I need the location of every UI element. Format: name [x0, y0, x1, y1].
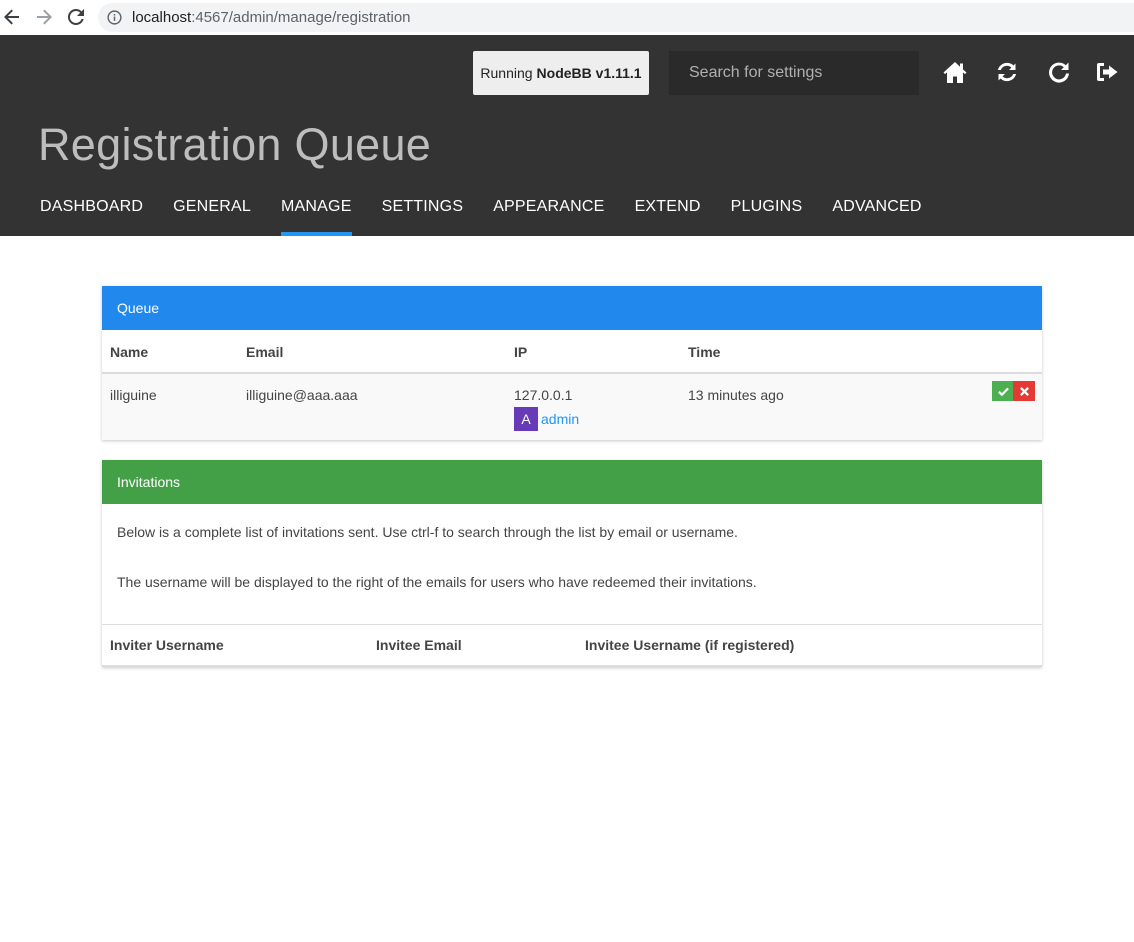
- invitations-note: The username will be displayed to the ri…: [117, 574, 757, 590]
- version-name: NodeBB v1.11.1: [536, 65, 642, 81]
- invitations-panel-title: Invitations: [102, 460, 1042, 504]
- tab-advanced[interactable]: ADVANCED: [832, 191, 921, 236]
- home-icon[interactable]: [942, 59, 968, 85]
- divider: [102, 624, 1042, 625]
- tab-manage[interactable]: MANAGE: [281, 191, 352, 236]
- restart-icon[interactable]: [1046, 59, 1072, 85]
- tab-extend[interactable]: EXTEND: [635, 191, 701, 236]
- column-header-invitee-username: Invitee Username (if registered): [585, 637, 795, 653]
- back-arrow-icon[interactable]: [1, 6, 23, 28]
- version-prefix: Running: [480, 65, 533, 81]
- queue-email-cell: illiguine@aaa.aaa: [246, 387, 358, 403]
- column-header-time: Time: [688, 344, 721, 360]
- url-path: :4567/admin/manage/registration: [191, 9, 411, 26]
- tab-general[interactable]: GENERAL: [173, 191, 251, 236]
- tab-settings[interactable]: SETTINGS: [382, 191, 464, 236]
- accept-button[interactable]: [992, 381, 1014, 401]
- column-header-invitee-email: Invitee Email: [376, 637, 462, 653]
- tab-appearance[interactable]: APPEARANCE: [493, 191, 604, 236]
- address-bar[interactable]: localhost:4567/admin/manage/registration: [98, 3, 1134, 32]
- header-divider: [102, 665, 1042, 667]
- column-header-name: Name: [110, 344, 149, 360]
- queue-panel: Queue Name Email IP Time illiguine illig…: [102, 286, 1042, 440]
- table-row: illiguine illiguine@aaa.aaa 127.0.0.1 A …: [102, 374, 1042, 440]
- tab-plugins[interactable]: PLUGINS: [731, 191, 803, 236]
- column-header-email: Email: [246, 344, 284, 360]
- column-header-ip: IP: [514, 344, 528, 360]
- admin-header: Running NodeBB v1.11.1 Registration Queu…: [0, 35, 1134, 236]
- forward-arrow-icon[interactable]: [33, 6, 55, 28]
- ip-user-link[interactable]: admin: [541, 411, 579, 427]
- url-text: localhost:4567/admin/manage/registration: [132, 9, 411, 26]
- logout-icon[interactable]: [1094, 59, 1120, 85]
- check-icon: [997, 387, 1009, 396]
- refresh-icon[interactable]: [994, 59, 1020, 85]
- queue-panel-title: Queue: [102, 286, 1042, 330]
- invitations-panel: Invitations Below is a complete list of …: [102, 460, 1042, 667]
- page-title: Registration Queue: [38, 119, 432, 170]
- reject-button[interactable]: [1013, 381, 1035, 401]
- url-host: localhost: [132, 9, 192, 26]
- avatar[interactable]: A: [514, 407, 538, 431]
- reload-icon[interactable]: [65, 6, 87, 28]
- column-header-inviter: Inviter Username: [110, 637, 224, 653]
- invitations-description: Below is a complete list of invitations …: [117, 524, 738, 540]
- info-icon[interactable]: [107, 10, 122, 25]
- tab-dashboard[interactable]: DASHBOARD: [40, 191, 143, 236]
- close-icon: [1019, 386, 1029, 396]
- queue-name-cell: illiguine: [110, 387, 157, 403]
- queue-ip-cell: 127.0.0.1: [514, 387, 573, 403]
- main-nav: DASHBOARD GENERAL MANAGE SETTINGS APPEAR…: [40, 191, 952, 236]
- queue-time-cell: 13 minutes ago: [688, 387, 784, 403]
- browser-toolbar: localhost:4567/admin/manage/registration: [0, 0, 1134, 35]
- version-badge[interactable]: Running NodeBB v1.11.1: [473, 51, 649, 95]
- settings-search-input[interactable]: [669, 51, 919, 95]
